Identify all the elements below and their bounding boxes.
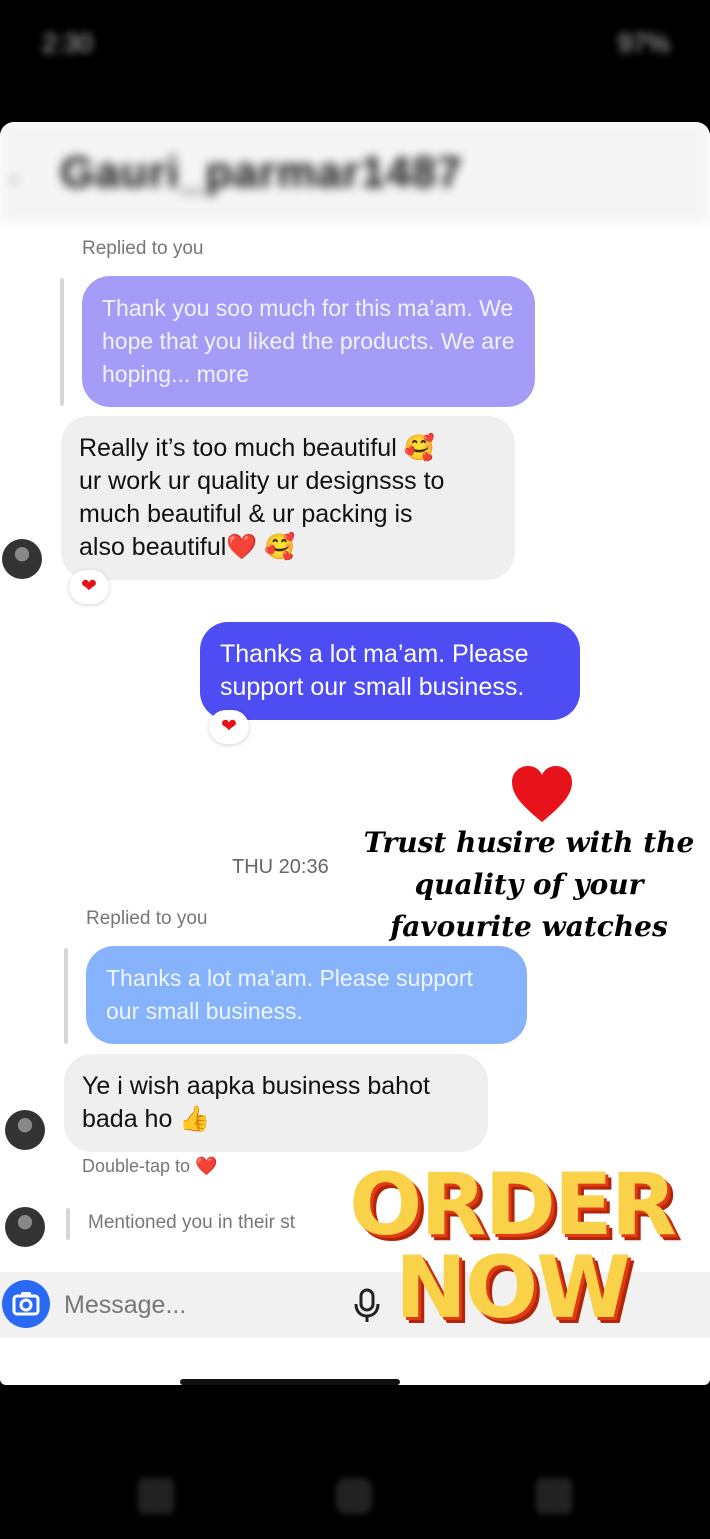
message-line: also beautiful❤️ 🥰: [79, 533, 296, 561]
chat-header: ‹ Gauri_parmar1487: [0, 122, 710, 222]
reply-bar: [60, 278, 64, 406]
incoming-message[interactable]: Really it’s too much beautiful 🥰 ur work…: [61, 416, 515, 580]
order-now-sticker[interactable]: ORDER NOW: [322, 1155, 702, 1338]
home-button[interactable]: [336, 1478, 372, 1514]
story-mention[interactable]: Mentioned you in their st: [88, 1212, 295, 1234]
order-line: ORDER: [349, 1155, 677, 1255]
camera-button[interactable]: [2, 1280, 50, 1328]
promo-tagline: Trust husire with the quality of your fa…: [363, 826, 695, 943]
incoming-message[interactable]: Ye i wish aapka business bahot bada ho 👍: [64, 1054, 488, 1152]
heart-icon: [512, 766, 572, 822]
heart-reaction[interactable]: ❤: [209, 710, 249, 744]
quoted-message[interactable]: Thanks a lot ma’am. Please support our s…: [86, 946, 527, 1044]
message-line: ur work ur quality ur designsss to: [79, 467, 445, 495]
back-icon[interactable]: ‹: [10, 162, 19, 194]
status-time: 2:30: [42, 28, 93, 58]
home-indicator[interactable]: [180, 1379, 400, 1385]
double-tap-hint: Double-tap to ❤️: [82, 1156, 218, 1176]
avatar[interactable]: [2, 539, 42, 579]
chat-username[interactable]: Gauri_parmar1487: [60, 148, 462, 198]
reply-label: Replied to you: [86, 908, 208, 929]
reply-label: Replied to you: [82, 238, 204, 259]
recents-button[interactable]: [138, 1478, 174, 1514]
timestamp: THU 20:36: [232, 856, 329, 878]
status-battery: 97%: [617, 28, 670, 58]
reply-bar: [66, 1208, 70, 1240]
back-button[interactable]: [536, 1478, 572, 1514]
avatar[interactable]: [5, 1207, 45, 1247]
camera-icon: [12, 1292, 40, 1316]
message-line: much beautiful & ur packing is: [79, 500, 413, 528]
outgoing-message[interactable]: Thanks a lot ma’am. Please support our s…: [200, 622, 580, 720]
message-line: Really it’s too much beautiful 🥰: [79, 434, 435, 462]
reply-bar: [64, 948, 68, 1044]
chat-screen: ‹ Gauri_parmar1487 Replied to you Thank …: [0, 122, 710, 1385]
heart-reaction[interactable]: ❤: [69, 570, 109, 604]
system-nav-bar: [0, 1440, 710, 1539]
message-input[interactable]: [64, 1272, 364, 1338]
now-line: NOW: [395, 1238, 631, 1338]
avatar[interactable]: [5, 1110, 45, 1150]
status-bar: 2:30 97%: [0, 0, 710, 90]
quoted-message[interactable]: Thank you soo much for this ma’am. We ho…: [82, 276, 535, 407]
